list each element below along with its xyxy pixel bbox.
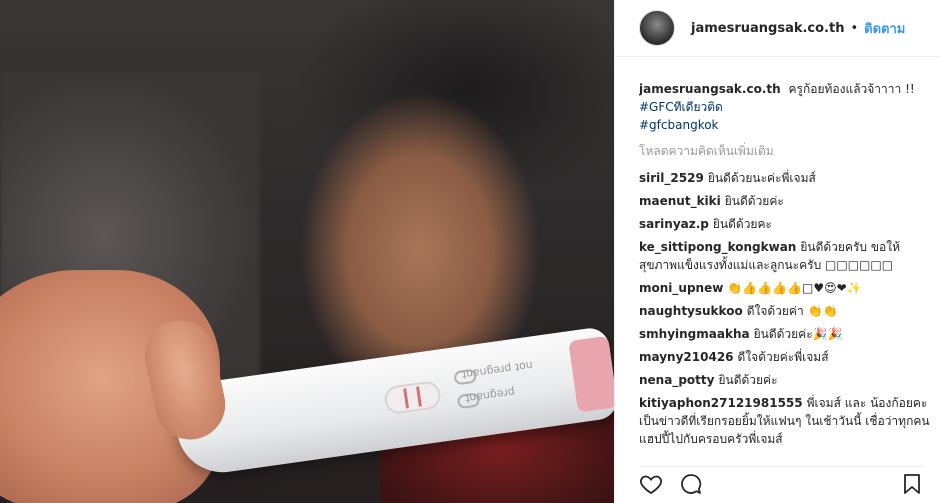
comment-username[interactable]: smhyingmaakha — [639, 327, 750, 341]
comment: mayny210426 ดีใจด้วยค่ะพี่เจมส์ — [639, 348, 930, 366]
result-line — [416, 386, 422, 407]
comment-username[interactable]: moni_upnew — [639, 281, 723, 295]
separator-dot: • — [850, 20, 859, 36]
comment-text: ยินดีด้วยค่ะ — [724, 194, 784, 208]
comment-text: ดีใจด้วยค่ะพี่เจมส์ — [737, 350, 829, 364]
comment: siril_2529 ยินดีด้วยนะค่ะพี่เจมส์ — [639, 169, 930, 187]
test-label-not-pregnant: not pregnant — [460, 358, 534, 382]
follow-button[interactable]: ติดตาม — [864, 18, 905, 39]
comment-username[interactable]: mayny210426 — [639, 350, 734, 364]
comment-icon[interactable] — [679, 472, 703, 496]
comment-text: ยินดีด้วยนะค่ะพี่เจมส์ — [707, 171, 816, 185]
avatar[interactable] — [639, 10, 675, 46]
comment: sarinyaz.p ยินดีด้วยคะ — [639, 215, 930, 233]
comment-username[interactable]: naughtysukkoo — [639, 304, 743, 318]
caption-text: ครูก้อยท้องแล้วจ้าาาา !! — [788, 82, 915, 96]
comment: moni_upnew 👏👍👍👍👍□♥😍❤✨ — [639, 279, 930, 297]
comment-text: ยินดีด้วยคะ — [712, 217, 772, 231]
comment-text: 👏👍👍👍👍□♥😍❤✨ — [727, 281, 862, 295]
result-line — [403, 388, 409, 409]
comment: kitiyaphon27121981555 พี่เจมส์ และ น้องก้… — [639, 394, 930, 448]
comment-username[interactable]: maenut_kiki — [639, 194, 721, 208]
comment-username[interactable]: siril_2529 — [639, 171, 704, 185]
comment-username[interactable]: sarinyaz.p — [639, 217, 709, 231]
heart-icon[interactable] — [639, 472, 663, 496]
caption-username[interactable]: jamesruangsak.co.th — [639, 82, 781, 96]
comment: maenut_kiki ยินดีด้วยค่ะ — [639, 192, 930, 210]
comment-text: ดีใจด้วยค่า 👏👏 — [746, 304, 838, 318]
caption: jamesruangsak.co.th ครูก้อยท้องแล้วจ้าาา… — [639, 80, 930, 134]
hashtag[interactable]: #GFCทีเดียวติด — [639, 100, 723, 114]
hashtag[interactable]: #gfcbangkok — [639, 118, 719, 132]
comment-username[interactable]: kitiyaphon27121981555 — [639, 396, 803, 410]
comment: ke_sittipong_kongkwan ยินดีด้วยครับ ขอให้… — [639, 238, 930, 274]
comment-username[interactable]: ke_sittipong_kongkwan — [639, 240, 796, 254]
post-username[interactable]: jamesruangsak.co.th — [691, 21, 844, 36]
test-cap — [568, 335, 614, 413]
comment-username[interactable]: nena_potty — [639, 373, 714, 387]
comment: naughtysukkoo ดีใจด้วยค่า 👏👏 — [639, 302, 930, 320]
comments-list[interactable]: jamesruangsak.co.th ครูก้อยท้องแล้วจ้าาา… — [639, 80, 930, 453]
post-photo[interactable]: not pregnant pregnant — [0, 0, 614, 503]
comment: smhyingmaakha ยินดีด้วยค่ะ🎉🎉 — [639, 325, 930, 343]
result-window — [382, 379, 443, 416]
post-header: jamesruangsak.co.th • ติดตาม — [615, 0, 940, 57]
load-more-comments[interactable]: โหลดความคิดเห็นเพิ่มเติม — [639, 142, 930, 160]
test-label-pregnant: pregnant — [464, 385, 516, 406]
bookmark-icon[interactable] — [900, 472, 924, 496]
comment: nena_potty ยินดีด้วยค่ะ — [639, 371, 930, 389]
action-bar — [639, 466, 924, 497]
comment-text: ยินดีด้วยค่ะ — [718, 373, 778, 387]
post-sidebar: jamesruangsak.co.th • ติดตาม jamesruangs… — [614, 0, 940, 503]
comment-text: ยินดีด้วยค่ะ🎉🎉 — [753, 327, 843, 341]
